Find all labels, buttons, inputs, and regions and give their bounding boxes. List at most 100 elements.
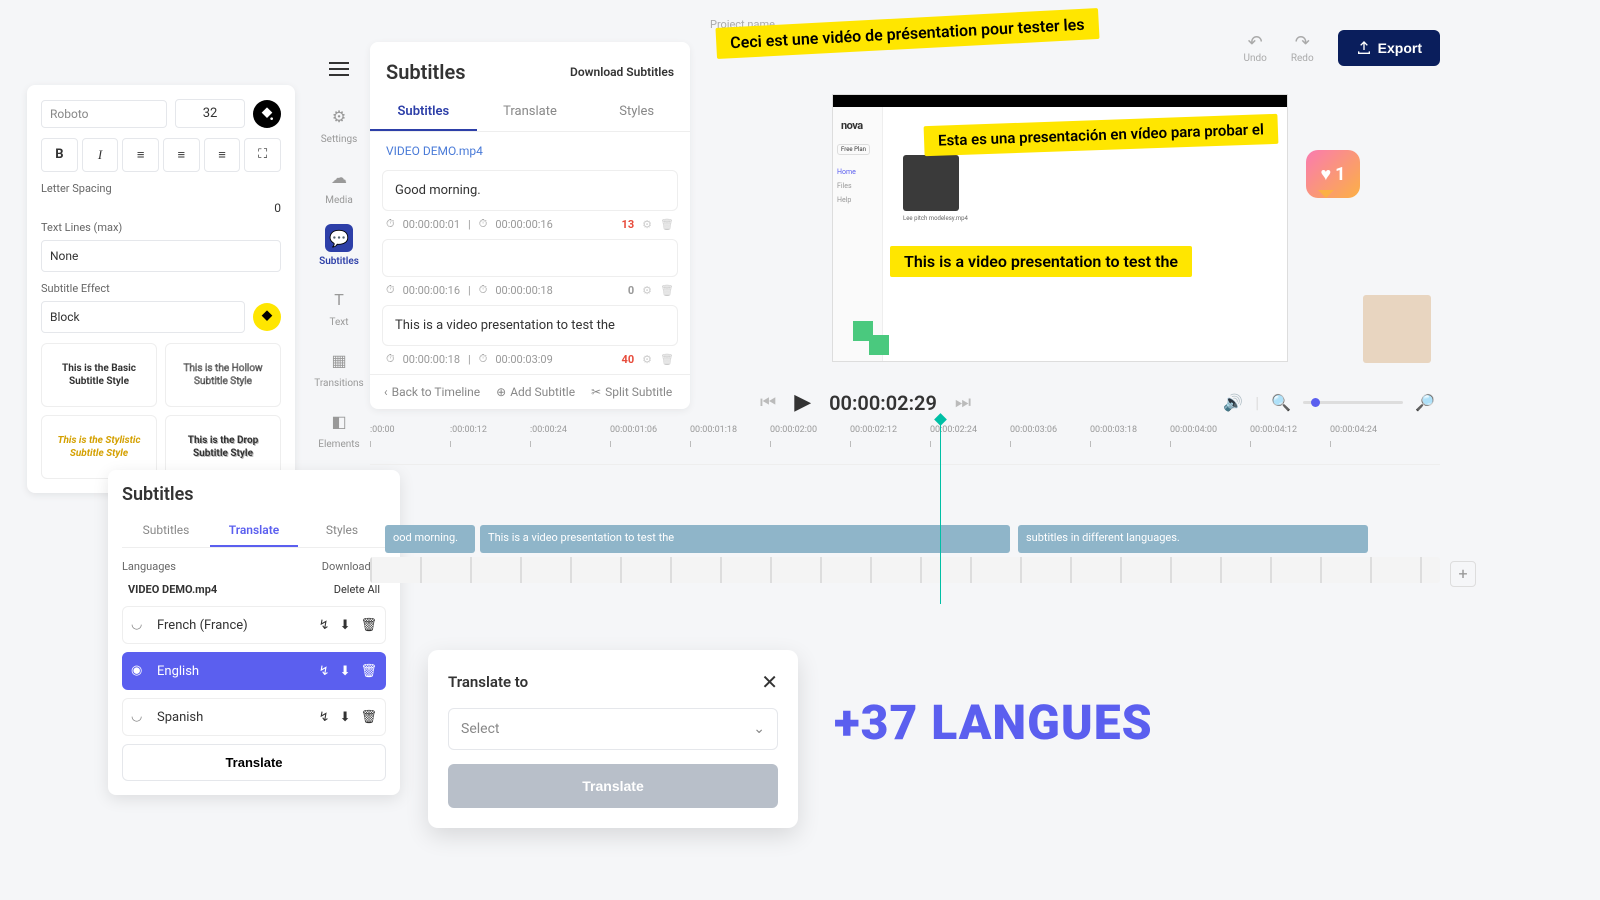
subtitle-track[interactable]: ood morning.This is a video presentation…	[370, 525, 1440, 553]
font-select[interactable]: Roboto	[41, 100, 167, 128]
sidebar-media[interactable]: ☁Media	[314, 163, 364, 206]
end-time[interactable]: 00:00:00:18	[495, 284, 552, 297]
sidebar-transitions[interactable]: ▦Transitions	[314, 346, 364, 389]
delete-icon[interactable]: 🗑	[360, 618, 377, 633]
lang-item-spanish[interactable]: ◡ Spanish ↯⬇🗑	[122, 698, 386, 736]
rename-icon[interactable]: ↯	[319, 618, 330, 633]
char-count: 0	[628, 284, 634, 297]
skip-forward-icon[interactable]: ⏭	[955, 392, 971, 413]
style-basic[interactable]: This is the Basic Subtitle Style	[41, 343, 157, 407]
add-subtitle[interactable]: ⊕ Add Subtitle	[496, 385, 575, 399]
subtitle-clip[interactable]: This is a video presentation to test the	[480, 525, 1010, 553]
timeline[interactable]: :00:00:00:00:12:00:00:2400:00:01:0600:00…	[370, 425, 1440, 595]
gear-icon[interactable]: ⚙	[642, 353, 652, 366]
subtitle-effect-label: Subtitle Effect	[41, 282, 281, 295]
subtitle-text[interactable]: This is a video presentation to test the	[382, 305, 678, 346]
sidebar-settings[interactable]: ⚙Settings	[314, 102, 364, 145]
video-track[interactable]	[370, 557, 1440, 583]
timeline-ruler[interactable]: :00:00:00:00:12:00:00:2400:00:01:0600:00…	[370, 425, 1440, 465]
effect-color-icon[interactable]	[253, 303, 281, 331]
char-count: 40	[622, 353, 635, 366]
clock-icon: ⏱	[386, 352, 395, 366]
zoom-slider[interactable]	[1303, 401, 1403, 404]
tab-translate[interactable]: Translate	[210, 515, 298, 547]
bold-button[interactable]: B	[41, 138, 78, 172]
sidebar-subtitles[interactable]: 💬Subtitles	[314, 224, 364, 267]
subtitle-filename[interactable]: VIDEO DEMO.mp4	[370, 132, 690, 162]
playhead[interactable]	[940, 419, 941, 604]
download-subtitles-link[interactable]: Download Subtitles	[570, 65, 674, 79]
download-icon[interactable]: ⬇	[340, 710, 351, 725]
expand-button[interactable]: ⛶	[244, 138, 281, 172]
back-to-timeline[interactable]: ‹ Back to Timeline	[384, 385, 480, 399]
subtab-translate[interactable]: Translate	[477, 94, 584, 131]
ruler-tick: 00:00:02:24	[930, 425, 977, 435]
translate-button[interactable]: Translate	[122, 744, 386, 781]
char-count: 13	[622, 218, 635, 231]
sidebar-text[interactable]: TText	[314, 285, 364, 328]
italic-button[interactable]: I	[82, 138, 119, 172]
zoom-in-icon[interactable]: 🔎	[1415, 393, 1435, 412]
align-right-button[interactable]: ≡	[204, 138, 241, 172]
gear-icon[interactable]: ⚙	[642, 218, 652, 231]
languages-count-badge: +37 LANGUES	[834, 694, 1153, 751]
sidebar-elements[interactable]: ◧Elements	[314, 407, 364, 450]
start-time[interactable]: 00:00:00:01	[403, 218, 460, 231]
subtitle-text[interactable]	[382, 239, 678, 277]
start-time[interactable]: 00:00:00:16	[403, 284, 460, 297]
preview-area: nova Free Plan Home Files Help Lee pitch…	[700, 10, 1420, 380]
menu-icon[interactable]	[329, 68, 349, 70]
video-black-bar	[833, 95, 1287, 107]
subtab-subtitles[interactable]: Subtitles	[370, 94, 477, 131]
translate-go-button[interactable]: Translate	[448, 764, 778, 808]
add-track-button[interactable]: +	[1450, 561, 1476, 587]
chevron-down-icon: ⌄	[753, 721, 765, 737]
align-left-button[interactable]: ≡	[122, 138, 159, 172]
subtitle-overlay-fr: Ceci est une vidéo de présentation pour …	[715, 8, 1099, 59]
subtitle-clip[interactable]: subtitles in different languages.	[1018, 525, 1368, 553]
lang-item-french[interactable]: ◡ French (France) ↯ ⬇ 🗑	[122, 606, 386, 644]
zoom-controls: 🔊 | 🔍 🔎	[1223, 393, 1435, 412]
sidebar: ⚙Settings ☁Media 💬Subtitles TText ▦Trans…	[314, 42, 364, 450]
rename-icon[interactable]: ↯	[319, 710, 330, 725]
align-center-button[interactable]: ≡	[163, 138, 200, 172]
tab-subtitles[interactable]: Subtitles	[122, 515, 210, 547]
close-icon[interactable]: ✕	[761, 670, 778, 694]
download-icon[interactable]: ⬇	[340, 664, 351, 679]
clock-icon: ⏱	[386, 217, 395, 231]
volume-icon[interactable]: 🔊	[1223, 393, 1243, 412]
rename-icon[interactable]: ↯	[319, 664, 330, 679]
decorative-square	[869, 335, 889, 355]
subtitle-effect-select[interactable]: Block	[41, 301, 245, 333]
zoom-out-icon[interactable]: 🔍	[1271, 393, 1291, 412]
visibility-icon[interactable]: ◉	[131, 663, 147, 679]
add-label: Add Subtitle	[510, 385, 575, 399]
trash-icon[interactable]: 🗑	[660, 218, 674, 231]
trash-icon[interactable]: 🗑	[660, 353, 674, 366]
end-time[interactable]: 00:00:03:09	[495, 353, 552, 366]
style-hollow[interactable]: This is the Hollow Subtitle Style	[165, 343, 281, 407]
split-subtitle[interactable]: ✂ Split Subtitle	[591, 385, 672, 399]
end-time[interactable]: 00:00:00:16	[495, 218, 552, 231]
gear-icon[interactable]: ⚙	[642, 284, 652, 297]
subtitle-text[interactable]: Good morning.	[382, 170, 678, 211]
subtitle-clip[interactable]: ood morning.	[385, 525, 475, 553]
subtab-styles[interactable]: Styles	[583, 94, 690, 131]
ruler-tick: 00:00:03:06	[1010, 425, 1057, 435]
visibility-icon[interactable]: ◡	[131, 709, 147, 725]
font-size-input[interactable]: 32	[175, 99, 245, 128]
delete-icon[interactable]: 🗑	[360, 710, 377, 725]
text-lines-select[interactable]: None	[41, 240, 281, 272]
download-icon[interactable]: ⬇	[340, 618, 351, 633]
skip-back-icon[interactable]: ⏮	[760, 392, 776, 413]
lang-item-english[interactable]: ◉ English ↯⬇🗑	[122, 652, 386, 690]
play-button[interactable]: ▶	[794, 390, 811, 415]
delete-icon[interactable]: 🗑	[360, 664, 377, 679]
trash-icon[interactable]: 🗑	[660, 284, 674, 297]
translate-language-select[interactable]: Select ⌄	[448, 708, 778, 750]
lang-name: French (France)	[157, 618, 309, 633]
start-time[interactable]: 00:00:00:18	[403, 353, 460, 366]
paint-bucket-icon[interactable]	[253, 100, 281, 128]
letter-spacing-value: 0	[274, 201, 281, 215]
visibility-icon[interactable]: ◡	[131, 617, 147, 633]
